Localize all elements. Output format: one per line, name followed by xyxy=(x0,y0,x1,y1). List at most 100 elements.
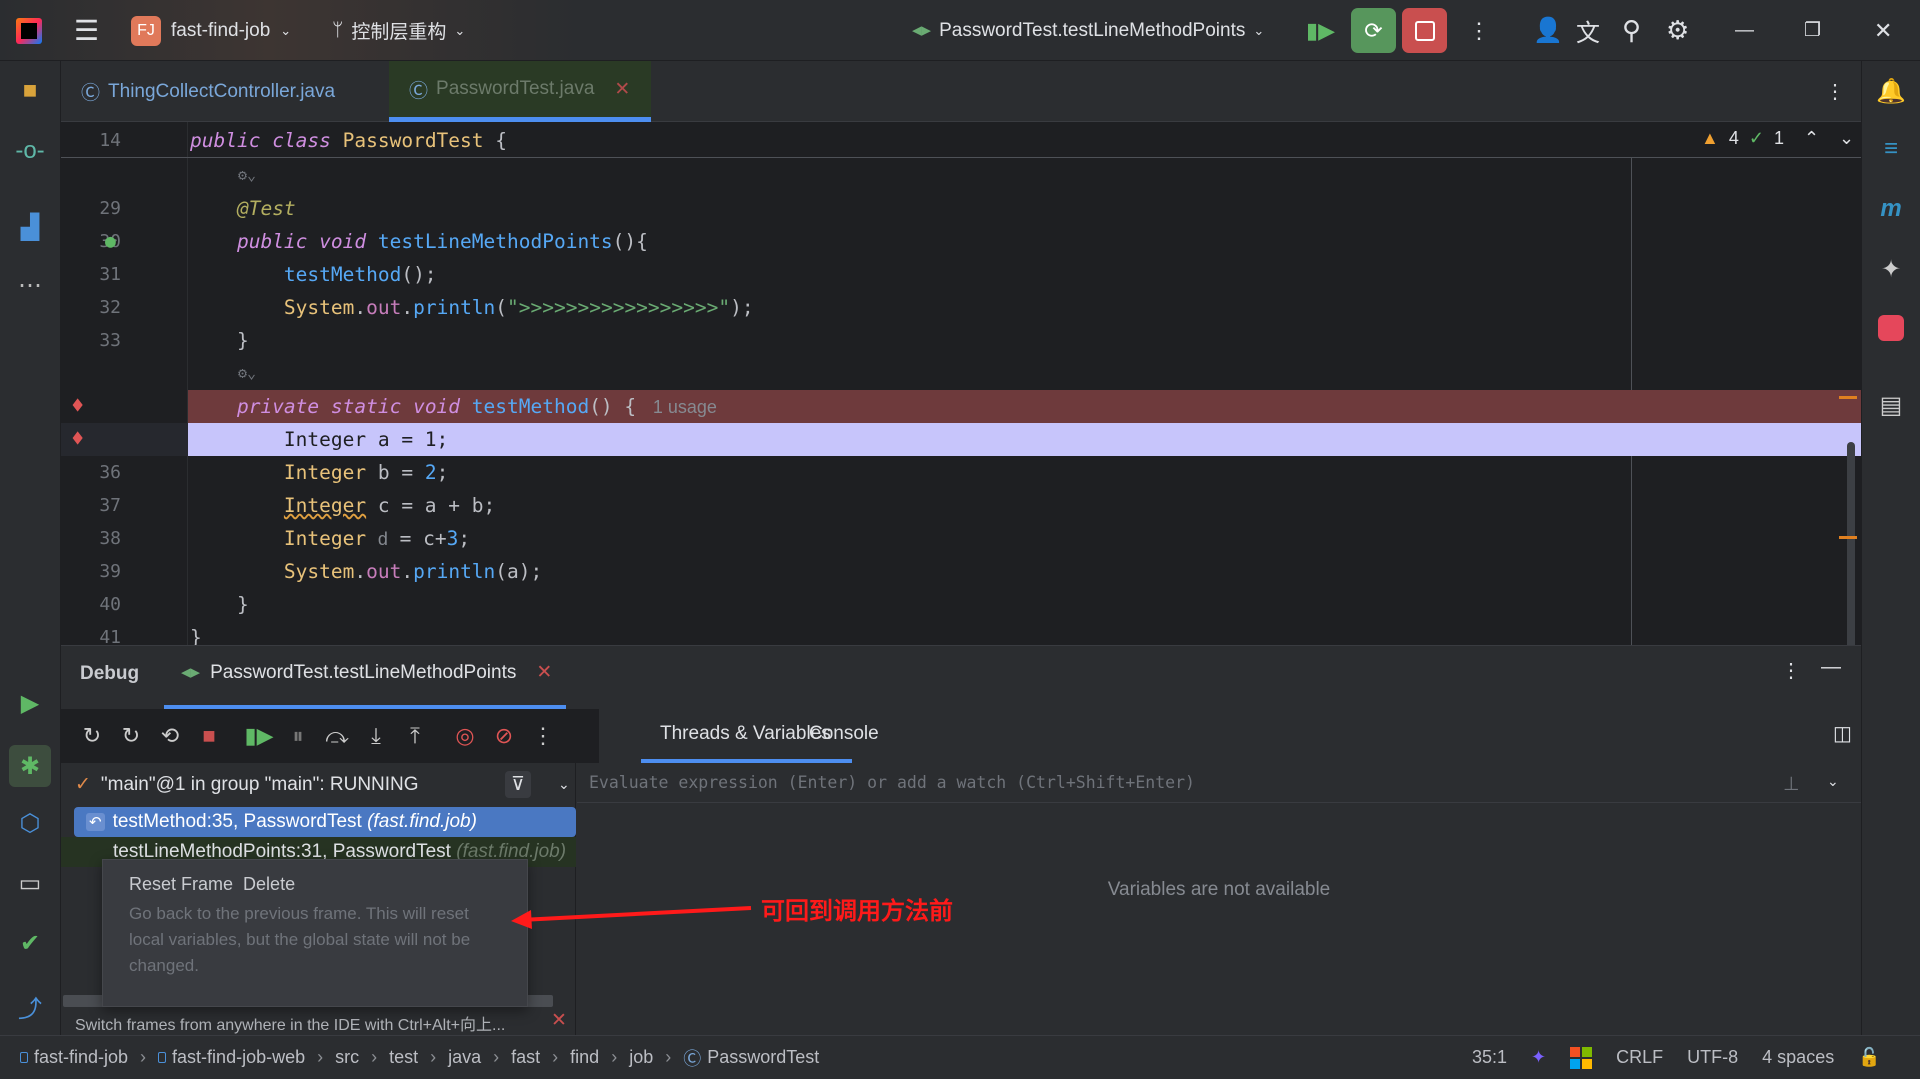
code-row[interactable]: ♦ private static void testMethod() { 1 u… xyxy=(61,390,1861,423)
project-folder-icon[interactable]: ■ xyxy=(0,77,60,105)
problems-check-icon[interactable]: ✔ xyxy=(0,929,60,958)
reset-frame-icon[interactable]: ↶ xyxy=(86,813,105,831)
ai-assistant-icon[interactable]: ✦ xyxy=(1862,255,1920,284)
next-highlight-icon[interactable]: ⌄ xyxy=(1839,128,1854,149)
git-icon[interactable]: ⤴ xyxy=(0,989,60,1024)
more-icon[interactable]: ⋮ xyxy=(525,718,561,754)
code-row[interactable]: ♦ Integer a = 1; xyxy=(61,423,1861,456)
services-icon[interactable]: ⬡ xyxy=(0,809,60,838)
rerun-failed-icon[interactable]: ↻ xyxy=(113,718,149,754)
tab-console[interactable]: Console xyxy=(809,723,879,745)
settings-icon[interactable]: ⚙ xyxy=(1666,0,1689,61)
debug-icon[interactable]: ✱ xyxy=(0,745,60,787)
add-user-icon[interactable]: 👤 xyxy=(1533,0,1563,61)
notifications-icon[interactable]: 🔔 xyxy=(1862,77,1920,106)
breadcrumb-item[interactable]: test xyxy=(389,1047,418,1068)
breadcrumb-item[interactable]: fast-find-job xyxy=(20,1047,128,1068)
code-row[interactable]: 33 } xyxy=(61,324,1861,357)
rerun-icon[interactable]: ↻ xyxy=(74,718,110,754)
close-session-icon[interactable]: ✕ xyxy=(536,661,552,684)
code-row[interactable]: 31 testMethod(); xyxy=(61,258,1861,291)
code-vision-icon[interactable]: ⚙⌄ xyxy=(238,159,256,192)
step-out-icon[interactable]: ⤒ xyxy=(397,718,433,754)
breakpoint-icon[interactable]: ♦ xyxy=(71,423,84,456)
file-encoding[interactable]: UTF-8 xyxy=(1687,1047,1738,1068)
filter-icon[interactable]: ⊽ xyxy=(505,771,531,798)
database-icon[interactable]: ≡ xyxy=(1862,135,1920,163)
structure-icon[interactable]: ▟ xyxy=(0,213,60,242)
view-breakpoints-icon[interactable]: ◎ xyxy=(447,718,483,754)
layout-icon[interactable]: ◫ xyxy=(1833,721,1852,746)
line-separator[interactable]: CRLF xyxy=(1616,1047,1663,1068)
font-book-icon[interactable]: ▤ xyxy=(1862,391,1920,420)
pause-icon[interactable]: ⏸ xyxy=(280,718,316,754)
tab-passwordtest[interactable]: Ⓒ PasswordTest.java ✕ xyxy=(389,61,651,122)
chevron-down-icon[interactable]: ⌄ xyxy=(1827,773,1839,790)
frame-row-selected[interactable]: ↶ testMethod:35, PasswordTest (fast.find.… xyxy=(74,807,576,837)
indent-setting[interactable]: 4 spaces xyxy=(1762,1047,1834,1068)
commit-icon[interactable]: -o- xyxy=(0,137,60,165)
resume-program-icon[interactable]: ▮▶ xyxy=(241,718,277,754)
run-icon[interactable]: ▶ xyxy=(0,689,60,718)
rerun-debug-button[interactable]: ⟳ xyxy=(1351,8,1396,53)
tab-thingcollectcontroller[interactable]: Ⓒ ThingCollectController.java xyxy=(81,61,335,122)
code-row[interactable]: 29 @Test xyxy=(61,192,1861,225)
search-icon[interactable]: ⚲ xyxy=(1622,0,1641,61)
code-row[interactable]: 40 } xyxy=(61,588,1861,621)
code-vision-icon[interactable]: ⚙⌄ xyxy=(238,357,256,390)
step-into-icon[interactable]: ⤓ xyxy=(358,718,394,754)
thread-selector[interactable]: ✓ "main"@1 in group "main": RUNNING ⊽ ⌄ xyxy=(75,771,575,798)
breadcrumb-item[interactable]: find xyxy=(570,1047,599,1068)
close-tab-icon[interactable]: ✕ xyxy=(614,78,630,101)
lock-icon[interactable]: 🔓 xyxy=(1858,1047,1880,1068)
evaluate-expression-input[interactable]: Evaluate expression (Enter) or add a wat… xyxy=(577,763,1861,803)
caret-position[interactable]: 35:1 xyxy=(1472,1047,1507,1068)
code-row[interactable]: 37 Integer c = a + b; xyxy=(61,489,1861,522)
terminal-icon[interactable]: ▭ xyxy=(0,869,60,898)
inspection-widget[interactable]: ▲ 4 ✓ 1 ⌃ ⌄ xyxy=(1701,128,1854,149)
mute-breakpoints-icon[interactable]: ⊘ xyxy=(486,718,522,754)
prev-highlight-icon[interactable]: ⌃ xyxy=(1804,128,1819,149)
breadcrumb-item[interactable]: java xyxy=(448,1047,481,1068)
stop-button[interactable] xyxy=(1402,8,1447,53)
project-selector[interactable]: FJ fast-find-job ⌄ xyxy=(131,0,291,61)
maven-icon[interactable]: m xyxy=(1862,195,1920,223)
breadcrumb-item[interactable]: fast-find-job-web xyxy=(158,1047,305,1068)
ai-icon[interactable]: ✦ xyxy=(1531,1047,1546,1068)
code-row[interactable]: 32 System.out.println(">>>>>>>>>>>>>>>>>… xyxy=(61,291,1861,324)
chevron-down-icon[interactable]: ⌄ xyxy=(558,776,570,793)
stop-icon[interactable]: ■ xyxy=(191,718,227,754)
restart-icon[interactable]: ⟲ xyxy=(152,718,188,754)
minimize-button[interactable]: — xyxy=(1735,0,1754,61)
breakpoint-icon[interactable]: ♦ xyxy=(71,390,84,423)
code-row[interactable]: 36 Integer b = 2; xyxy=(61,456,1861,489)
debug-options-icon[interactable]: ⋮ xyxy=(1781,658,1801,683)
main-menu-icon[interactable]: ☰ xyxy=(74,0,99,61)
tab-threads-variables[interactable]: Threads & Variables xyxy=(599,723,831,745)
branch-selector[interactable]: ᛘ 控制层重构 ⌄ xyxy=(332,0,465,61)
close-hint-icon[interactable]: ✕ xyxy=(551,1009,567,1032)
breadcrumb-item[interactable]: fast xyxy=(511,1047,540,1068)
step-over-icon[interactable]: ⤼ xyxy=(319,718,355,754)
breadcrumb-item[interactable]: job xyxy=(629,1047,653,1068)
debug-session-tab[interactable]: ◂▸ PasswordTest.testLineMethodPoints ✕ xyxy=(181,661,552,684)
inlay-hint-row[interactable]: ⚙⌄ xyxy=(61,159,1861,192)
close-window-button[interactable]: ✕ xyxy=(1874,0,1892,61)
hide-panel-icon[interactable]: — xyxy=(1821,656,1841,679)
plugin-icon[interactable] xyxy=(1862,315,1920,341)
inlay-hint-row[interactable]: ⚙⌄ xyxy=(61,357,1861,390)
resume-icon[interactable]: ▮▶ xyxy=(1306,0,1335,61)
restore-button[interactable]: ❐ xyxy=(1804,0,1821,61)
add-watch-icon[interactable]: ⊥ xyxy=(1783,773,1800,796)
breadcrumb-item[interactable]: Ⓒ PasswordTest xyxy=(683,1045,819,1071)
run-test-gutter-icon[interactable]: ● xyxy=(105,225,116,258)
breadcrumb-item[interactable]: src xyxy=(335,1047,359,1068)
more-tools-icon[interactable]: ⋯ xyxy=(0,271,60,300)
translate-icon[interactable]: 文 xyxy=(1576,0,1600,61)
code-row[interactable]: 39 System.out.println(a); xyxy=(61,555,1861,588)
run-config-selector[interactable]: ◂▸ PasswordTest.testLineMethodPoints ⌄ xyxy=(912,0,1264,61)
more-icon[interactable]: ⋮ xyxy=(1468,0,1490,61)
code-row[interactable]: 38 Integer d = c+3; xyxy=(61,522,1861,555)
code-row[interactable]: 30 ● public void testLineMethodPoints(){ xyxy=(61,225,1861,258)
tab-options-icon[interactable]: ⋮ xyxy=(1825,79,1845,104)
